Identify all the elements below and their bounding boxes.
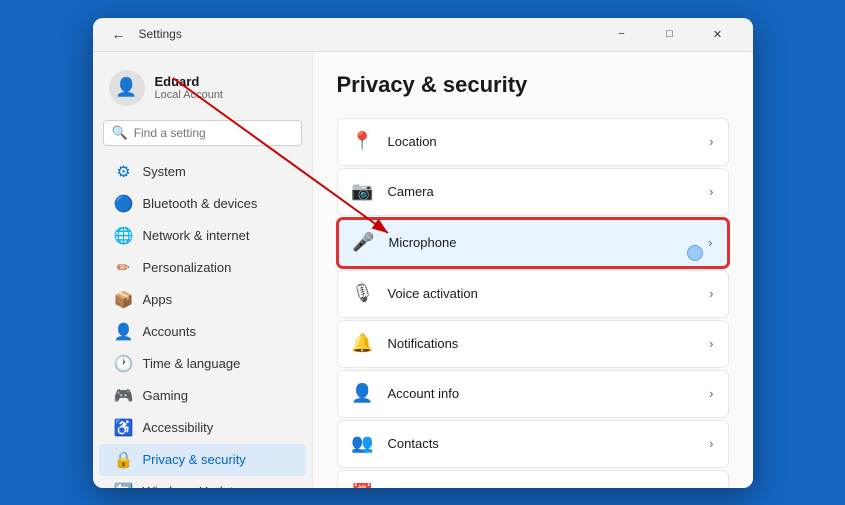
- settings-item-contacts[interactable]: 👥 Contacts ›: [337, 420, 729, 468]
- search-icon: 🔍: [112, 125, 128, 141]
- network-icon: 🌐: [115, 227, 133, 245]
- user-info: Eduard Local Account: [155, 74, 224, 101]
- settings-list: 📍 Location › 📷 Camera › 🎤 Microphone › 🎙…: [337, 118, 729, 488]
- sidebar-label-system: System: [143, 164, 186, 179]
- sidebar-label-time: Time & language: [143, 356, 241, 371]
- sidebar-item-gaming[interactable]: 🎮 Gaming: [99, 380, 306, 412]
- notifications-icon: 🔔: [352, 333, 374, 355]
- main-content: Privacy & security 📍 Location › 📷 Camera…: [313, 52, 753, 488]
- contacts-chevron: ›: [709, 436, 713, 451]
- sidebar: 👤 Eduard Local Account 🔍 ⚙ System 🔵 Blue…: [93, 52, 313, 488]
- sidebar-item-update[interactable]: 🔄 Windows Update: [99, 476, 306, 488]
- notifications-chevron: ›: [709, 336, 713, 351]
- settings-item-microphone[interactable]: 🎤 Microphone ›: [337, 218, 729, 268]
- settings-item-calendar[interactable]: 📅 Calendar ›: [337, 470, 729, 488]
- sidebar-label-gaming: Gaming: [143, 388, 189, 403]
- user-name: Eduard: [155, 74, 224, 89]
- sidebar-label-personalization: Personalization: [143, 260, 232, 275]
- account-info-icon: 👤: [352, 383, 374, 405]
- location-icon: 📍: [352, 131, 374, 153]
- voice-icon: 🎙: [352, 283, 374, 305]
- content-area: 👤 Eduard Local Account 🔍 ⚙ System 🔵 Blue…: [93, 52, 753, 488]
- apps-icon: 📦: [115, 291, 133, 309]
- nav-list: ⚙ System 🔵 Bluetooth & devices 🌐 Network…: [93, 156, 312, 488]
- location-chevron: ›: [709, 134, 713, 149]
- sidebar-label-bluetooth: Bluetooth & devices: [143, 196, 258, 211]
- update-icon: 🔄: [115, 483, 133, 488]
- sidebar-item-network[interactable]: 🌐 Network & internet: [99, 220, 306, 252]
- sidebar-item-accounts[interactable]: 👤 Accounts: [99, 316, 306, 348]
- titlebar: ← Settings − □ ✕: [93, 18, 753, 52]
- settings-item-notifications[interactable]: 🔔 Notifications ›: [337, 320, 729, 368]
- sidebar-label-network: Network & internet: [143, 228, 250, 243]
- sidebar-item-time[interactable]: 🕐 Time & language: [99, 348, 306, 380]
- notifications-label: Notifications: [388, 336, 696, 351]
- minimize-button[interactable]: −: [599, 18, 645, 52]
- page-title: Privacy & security: [337, 72, 729, 98]
- cursor-indicator: [687, 245, 703, 261]
- calendar-label: Calendar: [388, 486, 696, 488]
- sidebar-label-accessibility: Accessibility: [143, 420, 214, 435]
- settings-item-account-info[interactable]: 👤 Account info ›: [337, 370, 729, 418]
- sidebar-label-privacy: Privacy & security: [143, 452, 246, 467]
- window-title: Settings: [139, 27, 182, 41]
- back-button[interactable]: ←: [105, 20, 133, 48]
- avatar: 👤: [109, 70, 145, 106]
- contacts-icon: 👥: [352, 433, 374, 455]
- camera-label: Camera: [388, 184, 696, 199]
- close-button[interactable]: ✕: [695, 18, 741, 52]
- settings-item-location[interactable]: 📍 Location ›: [337, 118, 729, 166]
- sidebar-label-accounts: Accounts: [143, 324, 196, 339]
- maximize-button[interactable]: □: [647, 18, 693, 52]
- user-section[interactable]: 👤 Eduard Local Account: [93, 60, 312, 120]
- microphone-icon: 🎤: [353, 232, 375, 254]
- accessibility-icon: ♿: [115, 419, 133, 437]
- personalization-icon: ✏: [115, 259, 133, 277]
- user-role: Local Account: [155, 89, 224, 101]
- camera-icon: 📷: [352, 181, 374, 203]
- sidebar-item-system[interactable]: ⚙ System: [99, 156, 306, 188]
- microphone-chevron: ›: [708, 235, 712, 250]
- microphone-label: Microphone: [389, 235, 695, 250]
- sidebar-label-apps: Apps: [143, 292, 173, 307]
- search-box[interactable]: 🔍: [103, 120, 302, 146]
- sidebar-item-bluetooth[interactable]: 🔵 Bluetooth & devices: [99, 188, 306, 220]
- accounts-icon: 👤: [115, 323, 133, 341]
- gaming-icon: 🎮: [115, 387, 133, 405]
- sidebar-item-accessibility[interactable]: ♿ Accessibility: [99, 412, 306, 444]
- location-label: Location: [388, 134, 696, 149]
- time-icon: 🕐: [115, 355, 133, 373]
- camera-chevron: ›: [709, 184, 713, 199]
- calendar-chevron: ›: [709, 486, 713, 488]
- system-icon: ⚙: [115, 163, 133, 181]
- sidebar-item-personalization[interactable]: ✏ Personalization: [99, 252, 306, 284]
- sidebar-item-apps[interactable]: 📦 Apps: [99, 284, 306, 316]
- window-controls: − □ ✕: [599, 18, 741, 52]
- settings-item-camera[interactable]: 📷 Camera ›: [337, 168, 729, 216]
- account-info-label: Account info: [388, 386, 696, 401]
- sidebar-item-privacy[interactable]: 🔒 Privacy & security: [99, 444, 306, 476]
- privacy-icon: 🔒: [115, 451, 133, 469]
- settings-window: ← Settings − □ ✕ 👤 Eduard Local Account: [93, 18, 753, 488]
- contacts-label: Contacts: [388, 436, 696, 451]
- sidebar-label-update: Windows Update: [143, 484, 241, 488]
- voice-chevron: ›: [709, 286, 713, 301]
- calendar-icon: 📅: [352, 483, 374, 488]
- settings-item-voice[interactable]: 🎙 Voice activation ›: [337, 270, 729, 318]
- search-input[interactable]: [134, 126, 293, 140]
- bluetooth-icon: 🔵: [115, 195, 133, 213]
- account-info-chevron: ›: [709, 386, 713, 401]
- voice-label: Voice activation: [388, 286, 696, 301]
